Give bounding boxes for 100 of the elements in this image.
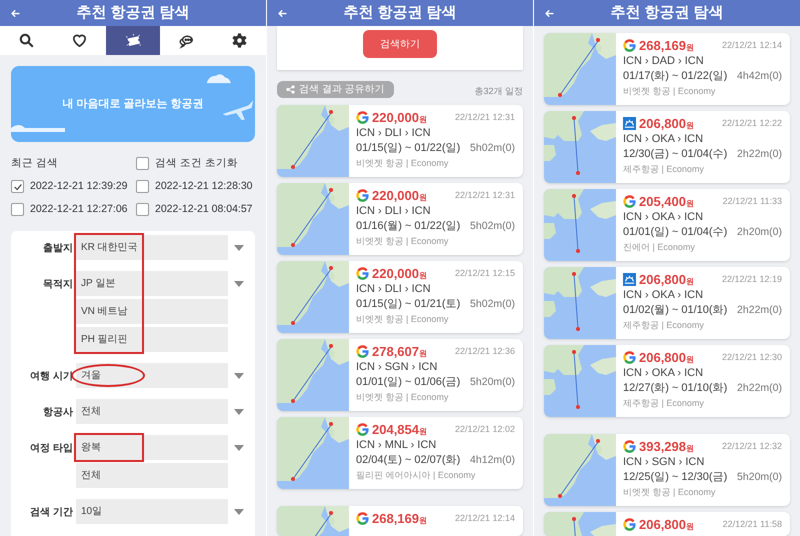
- checkbox-label: 검색 조건 초기화: [155, 156, 238, 171]
- checkbox[interactable]: [136, 157, 149, 170]
- field-label: 여정 타입: [29, 442, 74, 456]
- header-title: 추천 항공권 탐색: [343, 2, 457, 23]
- dropdown-caret-icon[interactable]: [234, 372, 244, 379]
- g-logo-icon: [356, 267, 369, 280]
- flight-card[interactable]: 393,298원 22/12/21 12:32 ICN › SGN › ICN 12/25(일) ~ 12/30(금) 5h20m(0) 비엣젯 항공 | Economy: [544, 434, 790, 506]
- dropdown-caret-icon[interactable]: [234, 444, 244, 451]
- timestamp: 22/12/21 12:14: [454, 512, 515, 525]
- select-field[interactable]: PH 필리핀: [76, 327, 228, 352]
- travel-dates: 12/25(일) ~ 12/30(금): [623, 470, 728, 485]
- select-field[interactable]: 왕복: [76, 435, 228, 460]
- dropdown-caret-icon[interactable]: [234, 244, 244, 251]
- flight-card[interactable]: 268,169원 22/12/21 12:14 ICN › DAD › ICN 01/17(화) ~ 01/22(일) 4h42m(0) 비엣젯 항공 | Economy: [544, 33, 790, 105]
- timestamp: 22/12/21 12:30: [722, 350, 782, 364]
- airline-class: 비엣젯 항공 | Economy: [356, 313, 450, 326]
- ticket-icon: [124, 32, 142, 49]
- sun-logo-icon: [623, 117, 636, 130]
- route: ICN › OKA › ICN: [623, 366, 704, 381]
- flight-card[interactable]: 204,854원 22/12/21 12:02 ICN › MNL › ICN 02/04(토) ~ 02/07(화) 4h12m(0) 필리핀 에어아시아 | Economy: [277, 417, 523, 489]
- price: 278,607원: [372, 342, 427, 361]
- flight-card[interactable]: 206,800원 22/12/21 11:58: [544, 512, 790, 536]
- g-logo-icon: [623, 351, 636, 364]
- flight-duration: 4h12m(0): [470, 453, 515, 468]
- search-icon: [18, 32, 36, 49]
- g-logo-icon: [356, 423, 369, 436]
- field-label: 검색 기간: [29, 506, 74, 520]
- timestamp: 22/12/21 11:58: [722, 518, 782, 531]
- flight-card[interactable]: 268,169원 22/12/21 12:14: [277, 506, 523, 536]
- select-field[interactable]: 겨울: [76, 363, 228, 388]
- travel-dates: 01/01(일) ~ 01/04(수): [623, 225, 728, 240]
- g-logo-icon: [623, 195, 636, 208]
- timestamp: 22/12/21 12:19: [722, 272, 782, 286]
- airline-class: 필리핀 에어아시아 | Economy: [356, 469, 476, 482]
- select-field[interactable]: JP 일본: [76, 271, 228, 296]
- price: 206,800원: [639, 270, 694, 289]
- map-drawing: [544, 33, 616, 105]
- tab[interactable]: [106, 26, 160, 55]
- flight-card[interactable]: 205,400원 22/12/21 11:33 ICN › OKA › ICN 01/01(일) ~ 01/04(수) 2h20m(0) 진에어 | Economy: [544, 189, 790, 261]
- checkbox[interactable]: [11, 202, 24, 216]
- flight-card[interactable]: 220,000원 22/12/21 12:15 ICN › DLI › ICN 01/15(일) ~ 01/21(토) 5h02m(0) 비엣젯 항공 | Economy: [277, 261, 523, 333]
- select-field[interactable]: 전체: [76, 399, 228, 424]
- select-field[interactable]: KR 대한민국: [76, 235, 228, 260]
- flight-duration: 5h02m(0): [470, 297, 515, 312]
- checkbox-label: 2022-12-21 12:27:06: [30, 202, 128, 216]
- dropdown-caret-icon[interactable]: [234, 280, 244, 287]
- flight-card[interactable]: 220,000원 22/12/21 12:31 ICN › DLI › ICN 01/15(일) ~ 01/22(일) 5h02m(0) 비엣젯 항공 | Economy: [277, 105, 523, 177]
- header-title: 추천 항공권 탐색: [610, 2, 724, 23]
- checkbox[interactable]: [136, 180, 149, 194]
- banner-text: 내 마음대로 골라보는 항공권: [62, 96, 204, 112]
- map-drawing: [544, 267, 616, 339]
- flight-duration: 2h22m(0): [737, 381, 782, 396]
- map-drawing: [544, 189, 616, 261]
- price: 206,800원: [639, 114, 694, 133]
- header-title: 추천 항공권 탐색: [76, 2, 190, 23]
- airline-class: 제주항공 | Economy: [623, 319, 705, 332]
- map-drawing: [277, 261, 349, 333]
- travel-dates: 01/16(월) ~ 01/22(일): [356, 219, 460, 234]
- flight-card[interactable]: 206,800원 22/12/21 12:30 ICN › OKA › ICN 12/27(화) ~ 01/10(화) 2h22m(0) 제주항공 | Economy: [544, 345, 790, 417]
- timestamp: 22/12/21 12:36: [454, 344, 515, 358]
- sun-logo-icon: [623, 273, 636, 286]
- travel-dates: 01/15(일) ~ 01/21(토): [356, 297, 460, 312]
- checkbox[interactable]: [11, 180, 24, 194]
- flight-duration: 5h20m(0): [737, 470, 782, 485]
- field-label: 목적지: [42, 278, 74, 292]
- flight-duration: 2h22m(0): [737, 147, 782, 162]
- flight-card[interactable]: 206,800원 22/12/21 12:22 ICN › OKA › ICN 12/30(금) ~ 01/04(수) 2h22m(0) 제주항공 | Economy: [544, 111, 790, 183]
- select-field[interactable]: 전체: [76, 463, 228, 488]
- g-logo-icon: [356, 512, 369, 525]
- back-icon[interactable]: [277, 8, 288, 19]
- select-field[interactable]: 10일: [76, 499, 228, 524]
- map-drawing: [277, 105, 349, 177]
- price: 204,854원: [372, 420, 427, 439]
- airline-class: 비엣젯 항공 | Economy: [623, 486, 716, 499]
- g-logo-icon: [623, 440, 636, 453]
- route: ICN › DLI › ICN: [356, 126, 432, 141]
- airline-class: 비엣젯 항공 | Economy: [356, 391, 450, 404]
- travel-dates: 12/27(화) ~ 01/10(화): [623, 381, 728, 396]
- flight-card[interactable]: 206,800원 22/12/21 12:19 ICN › OKA › ICN 01/02(월) ~ 01/10(화) 2h22m(0) 제주항공 | Economy: [544, 267, 790, 339]
- flight-duration: 4h42m(0): [737, 69, 782, 84]
- route: ICN › MNL › ICN: [356, 438, 438, 453]
- checkbox[interactable]: [136, 202, 149, 216]
- airline-class: 비엣젯 항공 | Economy: [356, 157, 450, 170]
- route: ICN › DLI › ICN: [356, 204, 432, 219]
- search-button[interactable]: 검색하기: [363, 30, 437, 58]
- dropdown-caret-icon[interactable]: [234, 408, 244, 415]
- map-drawing: [544, 111, 616, 183]
- timestamp: 22/12/21 12:31: [454, 110, 515, 124]
- back-icon[interactable]: [10, 8, 21, 19]
- map-drawing: [277, 506, 349, 536]
- dropdown-caret-icon[interactable]: [234, 508, 244, 515]
- flight-card[interactable]: 278,607원 22/12/21 12:36 ICN › SGN › ICN 01/01(일) ~ 01/06(금) 5h20m(0) 비엣젯 항공 | Economy: [277, 339, 523, 411]
- route: ICN › DAD › ICN: [623, 54, 705, 69]
- timestamp: 22/12/21 12:32: [722, 440, 782, 453]
- g-logo-icon: [356, 345, 369, 358]
- back-icon[interactable]: [544, 8, 555, 19]
- select-field[interactable]: VN 베트남: [76, 299, 228, 324]
- flight-card[interactable]: 220,000원 22/12/21 12:31 ICN › DLI › ICN 01/16(월) ~ 01/22(일) 5h02m(0) 비엣젯 항공 | Economy: [277, 183, 523, 255]
- price: 393,298원: [639, 438, 694, 456]
- map-drawing: [277, 417, 349, 489]
